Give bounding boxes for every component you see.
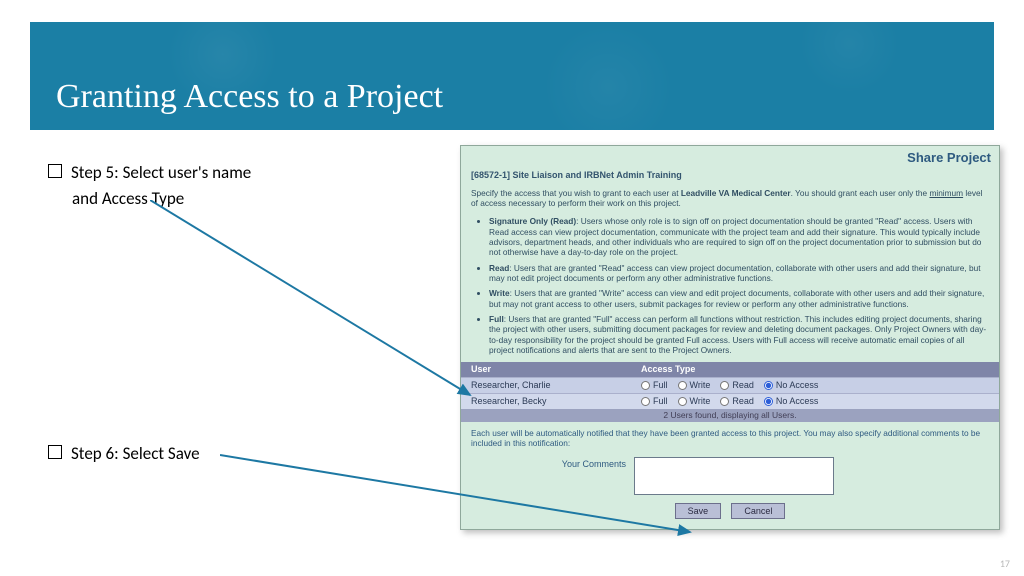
access-radio[interactable]	[678, 397, 687, 406]
bullet-square-icon	[48, 164, 62, 178]
access-option[interactable]: Full	[641, 396, 668, 407]
access-radio[interactable]	[720, 381, 729, 390]
access-option[interactable]: Full	[641, 380, 668, 391]
col-user: User	[471, 364, 641, 375]
steps-list: Step 5: Select user's name and Access Ty…	[48, 160, 348, 467]
step-5-cont: and Access Type	[72, 186, 348, 212]
notify-note: Each user will be automatically notified…	[461, 422, 999, 453]
step-5: Step 5: Select user's name	[48, 160, 348, 186]
step-5-sub: and Access Type	[72, 186, 184, 212]
page-title: Granting Access to a Project	[56, 78, 443, 116]
access-option[interactable]: Write	[678, 380, 711, 391]
share-project-panel: Share Project [68572-1] Site Liaison and…	[460, 145, 1000, 530]
title-banner: Granting Access to a Project	[30, 22, 994, 130]
step-5-label: Step 5: Select user's name	[71, 160, 251, 186]
user-name: Researcher, Charlie	[471, 380, 641, 391]
access-radio[interactable]	[764, 381, 773, 390]
access-option[interactable]: No Access	[764, 380, 819, 391]
access-radio[interactable]	[641, 397, 650, 406]
table-header: User Access Type	[461, 362, 999, 377]
access-option[interactable]: Read	[720, 380, 754, 391]
panel-heading: Share Project	[461, 146, 999, 168]
roles-list: Signature Only (Read): Users whose only …	[489, 216, 989, 355]
access-option[interactable]: Write	[678, 396, 711, 407]
cancel-button[interactable]: Cancel	[731, 503, 785, 519]
role-item: Write: Users that are granted "Write" ac…	[489, 288, 989, 309]
access-radio[interactable]	[678, 381, 687, 390]
col-access: Access Type	[641, 364, 989, 375]
access-radio[interactable]	[764, 397, 773, 406]
table-footer: 2 Users found, displaying all Users.	[461, 409, 999, 422]
access-option[interactable]: Read	[720, 396, 754, 407]
access-radio[interactable]	[641, 381, 650, 390]
table-row: Researcher, BeckyFull Write Read No Access	[461, 393, 999, 409]
intro-text: Specify the access that you wish to gran…	[461, 188, 999, 213]
save-button[interactable]: Save	[675, 503, 722, 519]
user-name: Researcher, Becky	[471, 396, 641, 407]
role-item: Full: Users that are granted "Full" acce…	[489, 314, 989, 355]
bullet-square-icon	[48, 445, 62, 459]
step-6-label: Step 6: Select Save	[71, 441, 200, 467]
button-row: Save Cancel	[461, 503, 999, 519]
role-item: Read: Users that are granted "Read" acce…	[489, 263, 989, 284]
project-title: [68572-1] Site Liaison and IRBNet Admin …	[461, 168, 999, 187]
slide-number: 17	[1000, 557, 1010, 570]
step-6: Step 6: Select Save	[48, 441, 348, 467]
comments-label: Your Comments	[471, 457, 626, 470]
table-row: Researcher, CharlieFull Write Read No Acces…	[461, 377, 999, 393]
role-item: Signature Only (Read): Users whose only …	[489, 216, 989, 257]
access-radio[interactable]	[720, 397, 729, 406]
access-option[interactable]: No Access	[764, 396, 819, 407]
comments-input[interactable]	[634, 457, 834, 495]
comments-row: Your Comments	[461, 453, 999, 501]
